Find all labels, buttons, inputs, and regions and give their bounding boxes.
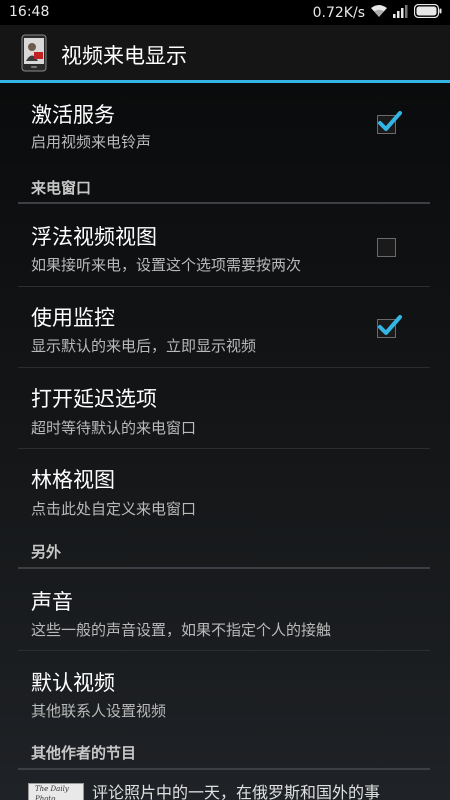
pref-default-video[interactable]: 默认视频 其他联系人设置视频 bbox=[0, 651, 450, 731]
preferences-list[interactable]: 激活服务 启用视频来电铃声 来电窗口 浮法视频视图 如果接听来电，设置这个选项需… bbox=[0, 83, 450, 800]
status-time: 16:48 bbox=[9, 4, 50, 20]
status-indicators: 0.72K/s bbox=[312, 3, 442, 22]
pref-summary: 如果接听来电，设置这个选项需要按两次 bbox=[31, 256, 302, 274]
wifi-icon bbox=[370, 4, 388, 22]
pref-summary: 显示默认的来电后，立即显示视频 bbox=[31, 337, 257, 355]
action-bar: 视频来电显示 bbox=[0, 25, 450, 80]
pref-title: 浮法视频视图 bbox=[31, 225, 157, 249]
app-icon[interactable] bbox=[18, 34, 50, 72]
pref-summary: 这些一般的声音设置，如果不指定个人的接触 bbox=[31, 621, 332, 639]
pref-open-delay-options[interactable]: 打开延迟选项 超时等待默认的来电窗口 bbox=[0, 368, 450, 448]
app-title: 视频来电显示 bbox=[61, 44, 187, 68]
pref-activate-service[interactable]: 激活服务 启用视频来电铃声 bbox=[0, 83, 450, 161]
pref-sound[interactable]: 声音 这些一般的声音设置，如果不指定个人的接触 bbox=[0, 569, 450, 649]
ad-app-description[interactable]: 评论照片中的一天，在俄罗斯和国外的事 bbox=[92, 779, 380, 800]
category-other: 另外 bbox=[31, 543, 62, 561]
signal-icon bbox=[393, 4, 409, 22]
activate-service-checkbox[interactable] bbox=[377, 111, 402, 134]
pref-title: 使用监控 bbox=[31, 306, 115, 330]
use-monitor-checkbox[interactable] bbox=[377, 315, 402, 338]
float-video-view-checkbox[interactable] bbox=[377, 238, 396, 257]
pref-title: 声音 bbox=[31, 590, 73, 614]
pref-summary: 启用视频来电铃声 bbox=[31, 133, 152, 151]
category-incoming-window: 来电窗口 bbox=[31, 179, 92, 197]
pref-use-monitor[interactable]: 使用监控 显示默认的来电后，立即显示视频 bbox=[0, 287, 450, 367]
battery-icon bbox=[413, 3, 442, 22]
pref-title: 默认视频 bbox=[31, 671, 115, 695]
pref-summary: 其他联系人设置视频 bbox=[31, 702, 167, 720]
pref-title: 激活服务 bbox=[31, 103, 115, 127]
status-bar: 16:48 0.72K/s bbox=[0, 0, 450, 25]
pref-summary: 超时等待默认的来电窗口 bbox=[31, 419, 197, 437]
category-more-apps: 其他作者的节目 bbox=[31, 744, 137, 762]
pref-lingge-view[interactable]: 林格视图 点击此处自定义来电窗口 bbox=[0, 449, 450, 529]
network-speed: 0.72K/s bbox=[312, 5, 365, 21]
pref-title: 林格视图 bbox=[31, 468, 115, 492]
pref-summary: 点击此处自定义来电窗口 bbox=[31, 500, 197, 518]
ad-app-thumbnail[interactable]: The Daily Photo bbox=[28, 783, 84, 800]
pref-title: 打开延迟选项 bbox=[31, 387, 157, 411]
pref-float-video-view[interactable]: 浮法视频视图 如果接听来电，设置这个选项需要按两次 bbox=[0, 204, 450, 284]
category-divider bbox=[18, 768, 430, 770]
